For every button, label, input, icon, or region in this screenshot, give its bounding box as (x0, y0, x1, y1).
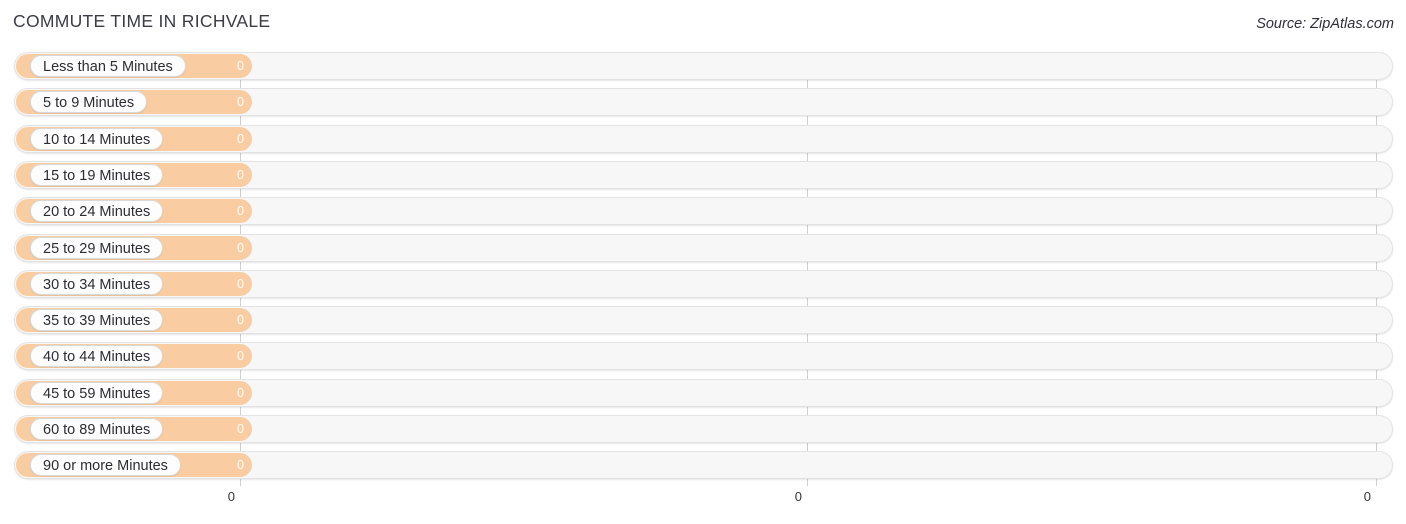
x-axis-tick-label: 0 (794, 489, 802, 504)
x-axis-tick-label: 0 (227, 489, 235, 504)
chart-root: COMMUTE TIME IN RICHVALE Source: ZipAtla… (0, 0, 1406, 524)
x-axis: 0 0 0 (0, 0, 1406, 524)
x-axis-tick-label: 0 (1363, 489, 1371, 504)
